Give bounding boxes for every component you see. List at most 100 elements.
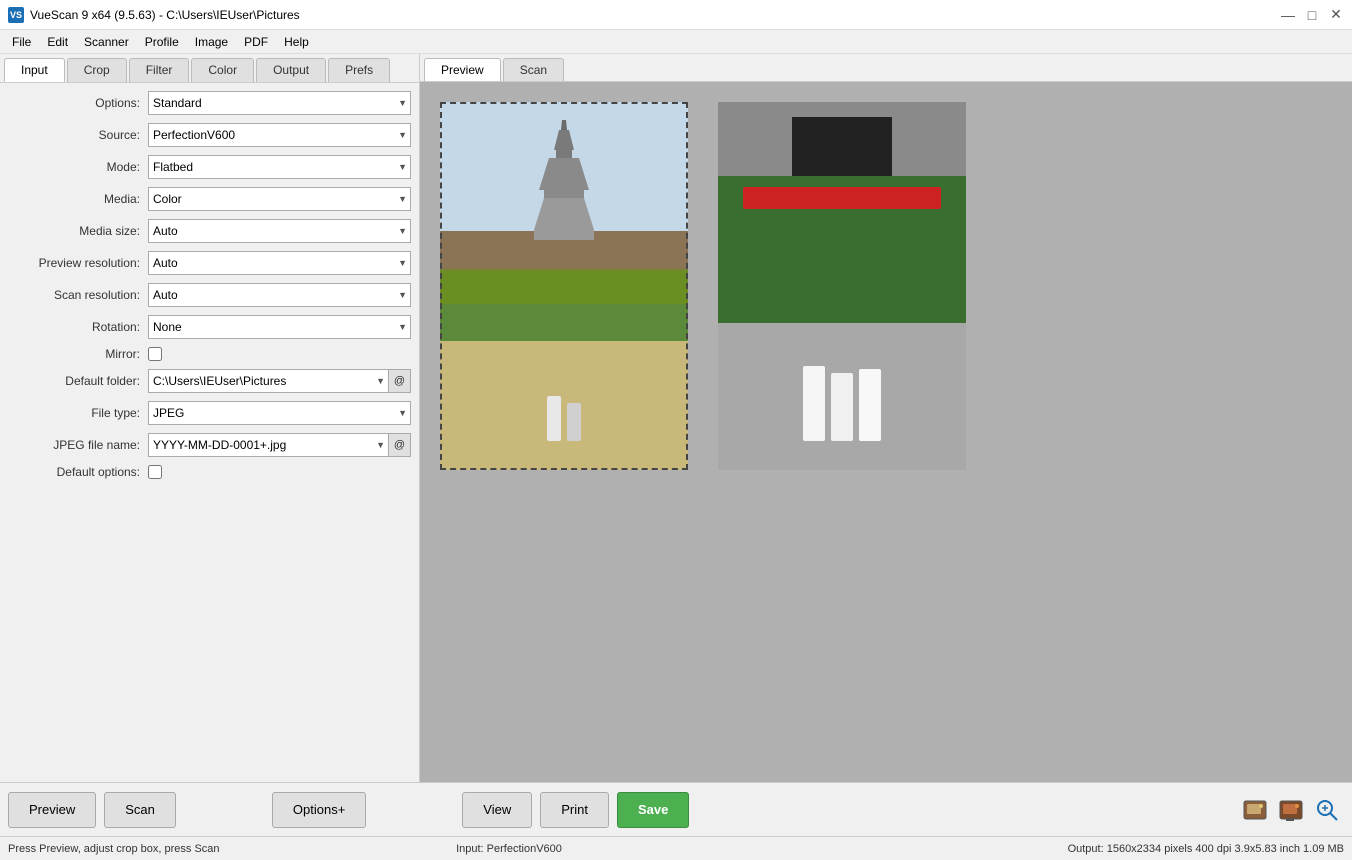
preview-res-dropdown[interactable]: Auto 75 dpi 150 dpi (148, 251, 411, 275)
left-tab-bar: Input Crop Filter Color Output Prefs (0, 54, 419, 83)
titlebar-left: VS VueScan 9 x64 (9.5.63) - C:\Users\IEU… (8, 7, 300, 23)
file-type-row: File type: JPEG PNG TIFF PDF (8, 401, 411, 425)
menu-profile[interactable]: Profile (137, 33, 187, 51)
photo2-kids (803, 366, 881, 441)
photo-icon-2[interactable] (1276, 794, 1308, 826)
scan-button[interactable]: Scan (104, 792, 176, 828)
default-folder-select[interactable]: C:\Users\IEUser\Pictures (148, 369, 389, 393)
mode-dropdown[interactable]: Flatbed Transparency (148, 155, 411, 179)
mirror-label: Mirror: (8, 347, 148, 361)
media-size-label: Media size: (8, 224, 148, 238)
status-bar: Press Preview, adjust crop box, press Sc… (0, 836, 1352, 860)
print-button[interactable]: Print (540, 792, 609, 828)
photo-icon-1[interactable] (1240, 794, 1272, 826)
form-area: Options: Standard Professional Simple So… (0, 83, 419, 782)
left-panel: Input Crop Filter Color Output Prefs Opt… (0, 54, 420, 782)
kid3 (859, 369, 881, 441)
main: Input Crop Filter Color Output Prefs Opt… (0, 54, 1352, 782)
photo1 (440, 102, 688, 470)
tab-color[interactable]: Color (191, 58, 254, 82)
mode-select[interactable]: Flatbed Transparency (148, 155, 411, 179)
rotation-label: Rotation: (8, 320, 148, 334)
status-mid: Input: PerfectionV600 (342, 843, 676, 855)
media-row: Media: Color Gray B&W (8, 187, 411, 211)
jpeg-name-dropdown[interactable]: YYYY-MM-DD-0001+.jpg (148, 433, 389, 457)
preview-area (420, 82, 1352, 782)
tab-crop[interactable]: Crop (67, 58, 127, 82)
app-icon: VS (8, 7, 24, 23)
person2 (567, 403, 581, 441)
media-dropdown[interactable]: Color Gray B&W (148, 187, 411, 211)
photo2-container (718, 102, 966, 470)
save-button[interactable]: Save (617, 792, 689, 828)
maximize-button[interactable]: □ (1304, 7, 1320, 23)
mirror-checkbox[interactable] (148, 347, 162, 361)
options-dropdown[interactable]: Standard Professional Simple (148, 91, 411, 115)
options-row: Options: Standard Professional Simple (8, 91, 411, 115)
source-dropdown[interactable]: PerfectionV600 Flatbed (148, 123, 411, 147)
menu-pdf[interactable]: PDF (236, 33, 276, 51)
tower-svg (529, 120, 599, 320)
jpeg-name-label: JPEG file name: (8, 438, 148, 452)
options-select[interactable]: Standard Professional Simple (148, 91, 411, 115)
media-size-row: Media size: Auto Letter A4 (8, 219, 411, 243)
photo2 (718, 102, 966, 470)
rotation-select[interactable]: None 90 CW 90 CCW 180 (148, 315, 411, 339)
file-type-dropdown[interactable]: JPEG PNG TIFF PDF (148, 401, 411, 425)
scan-res-select[interactable]: Auto 300 dpi 400 dpi 600 dpi (148, 283, 411, 307)
menu-edit[interactable]: Edit (39, 33, 76, 51)
scan-res-dropdown[interactable]: Auto 300 dpi 400 dpi 600 dpi (148, 283, 411, 307)
scan-res-label: Scan resolution: (8, 288, 148, 302)
close-button[interactable]: ✕ (1328, 7, 1344, 23)
menu-help[interactable]: Help (276, 33, 317, 51)
default-folder-at-button[interactable]: @ (389, 369, 411, 393)
status-left: Press Preview, adjust crop box, press Sc… (8, 843, 342, 855)
menu-image[interactable]: Image (187, 33, 236, 51)
mirror-row: Mirror: (8, 347, 411, 361)
jpeg-name-at-button[interactable]: @ (389, 433, 411, 457)
media-size-select[interactable]: Auto Letter A4 (148, 219, 411, 243)
default-folder-dropdown[interactable]: C:\Users\IEUser\Pictures (148, 369, 389, 393)
file-type-label: File type: (8, 406, 148, 420)
default-folder-row: Default folder: C:\Users\IEUser\Pictures… (8, 369, 411, 393)
tab-preview[interactable]: Preview (424, 58, 501, 81)
mode-row: Mode: Flatbed Transparency (8, 155, 411, 179)
mode-label: Mode: (8, 160, 148, 174)
tab-filter[interactable]: Filter (129, 58, 190, 82)
bottom-bar: Preview Scan Options+ View Print Save (0, 782, 1352, 836)
kid2 (831, 373, 853, 441)
minimize-button[interactable]: — (1280, 7, 1296, 23)
preview-res-select[interactable]: Auto 75 dpi 150 dpi (148, 251, 411, 275)
options-plus-button[interactable]: Options+ (272, 792, 366, 828)
tab-prefs[interactable]: Prefs (328, 58, 390, 82)
jpeg-name-row: JPEG file name: YYYY-MM-DD-0001+.jpg @ (8, 433, 411, 457)
person1 (547, 396, 561, 441)
default-folder-label: Default folder: (8, 374, 148, 388)
source-label: Source: (8, 128, 148, 142)
preview-button[interactable]: Preview (8, 792, 96, 828)
tab-output[interactable]: Output (256, 58, 326, 82)
menu-scanner[interactable]: Scanner (76, 33, 137, 51)
rotation-dropdown[interactable]: None 90 CW 90 CCW 180 (148, 315, 411, 339)
right-panel: Preview Scan (420, 54, 1352, 782)
preview-tab-bar: Preview Scan (420, 54, 1352, 82)
zoom-icon[interactable] (1312, 794, 1344, 826)
titlebar: VS VueScan 9 x64 (9.5.63) - C:\Users\IEU… (0, 0, 1352, 30)
media-size-dropdown[interactable]: Auto Letter A4 (148, 219, 411, 243)
titlebar-title: VueScan 9 x64 (9.5.63) - C:\Users\IEUser… (30, 8, 300, 22)
titlebar-controls[interactable]: — □ ✕ (1280, 7, 1344, 23)
view-button[interactable]: View (462, 792, 532, 828)
tab-scan[interactable]: Scan (503, 58, 564, 81)
default-options-checkbox[interactable] (148, 465, 162, 479)
photo1-people (547, 396, 581, 441)
media-label: Media: (8, 192, 148, 206)
source-select[interactable]: PerfectionV600 Flatbed (148, 123, 411, 147)
jpeg-name-select[interactable]: YYYY-MM-DD-0001+.jpg (148, 433, 389, 457)
menu-file[interactable]: File (4, 33, 39, 51)
tab-input[interactable]: Input (4, 58, 65, 82)
tower-area (529, 120, 599, 320)
options-label: Options: (8, 96, 148, 110)
media-select[interactable]: Color Gray B&W (148, 187, 411, 211)
file-type-select[interactable]: JPEG PNG TIFF PDF (148, 401, 411, 425)
menubar: File Edit Scanner Profile Image PDF Help (0, 30, 1352, 54)
